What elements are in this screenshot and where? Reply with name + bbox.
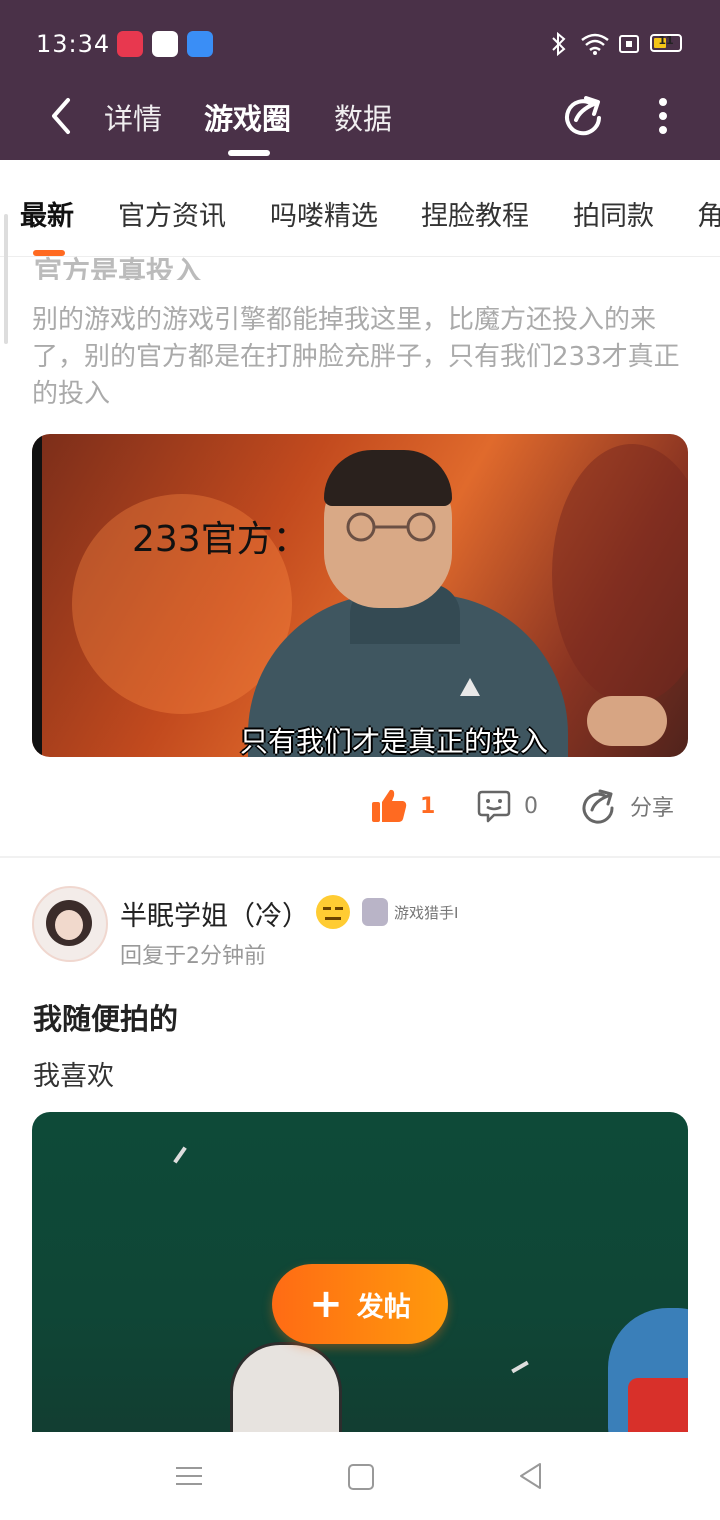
post-actions: 1 0 分享 [0, 788, 720, 838]
avatar[interactable] [32, 880, 108, 964]
menu-icon[interactable] [176, 1466, 202, 1486]
share-button[interactable]: 分享 [580, 788, 674, 824]
like-button[interactable]: 1 [370, 788, 435, 824]
post-title[interactable]: 官方是真投入 [34, 244, 202, 280]
post-divider [0, 856, 720, 858]
badge-label: 游戏猎手I [394, 904, 459, 922]
new-post-label: 发帖 [356, 1291, 411, 1323]
figure-hair [324, 450, 452, 506]
more-icon[interactable] [650, 94, 676, 138]
level-badge-icon [362, 898, 388, 926]
image-caption-top: 233官方： [132, 519, 309, 560]
figure-hand [587, 696, 667, 746]
cloud-icon [187, 31, 213, 57]
back-icon[interactable] [44, 94, 80, 138]
glasses-icon [346, 512, 436, 542]
new-post-button[interactable]: + 发帖 [272, 1264, 448, 1344]
nav-back-icon[interactable] [518, 1462, 544, 1490]
tab-game-circle[interactable]: 游戏圈 [204, 96, 291, 138]
top-bar: 13:34 11 详情 游戏圈 数据 [0, 0, 720, 160]
category-same-style[interactable]: 拍同款 [573, 194, 654, 233]
status-time: 13:34 [36, 30, 111, 58]
category-featured[interactable]: 吗喽精选 [270, 194, 378, 233]
scrollbar[interactable] [4, 214, 8, 344]
flame-shape [552, 444, 688, 704]
streak-shape [511, 1360, 529, 1374]
plus-icon: + [309, 1281, 343, 1327]
tab-data[interactable]: 数据 [334, 96, 392, 138]
comment-button[interactable]: 0 [476, 788, 538, 824]
share-icon[interactable] [562, 94, 604, 136]
thumbs-up-icon [372, 789, 407, 822]
wifi-icon [581, 33, 609, 55]
home-icon[interactable] [348, 1464, 374, 1490]
image-edge [32, 434, 42, 757]
username[interactable]: 半眠学姐（冷） [120, 894, 309, 933]
active-tab-indicator [228, 150, 270, 156]
post-body[interactable]: 我喜欢 [33, 1054, 114, 1093]
screen-record-icon [117, 31, 143, 57]
bluetooth-icon [552, 32, 566, 56]
comment-icon [477, 790, 511, 823]
like-count: 1 [420, 793, 436, 819]
battery-icon: 11 [650, 34, 682, 52]
status-bar: 13:34 11 [0, 0, 720, 88]
post-body[interactable]: 别的游戏的游戏引擎都能掉我这里，比魔方还投入的来了，别的官方都是在打肿脸充胖子，… [32, 302, 692, 413]
system-nav-bar [0, 1432, 720, 1520]
category-face-tutorial[interactable]: 捏脸教程 [421, 194, 529, 233]
comment-count: 0 [524, 793, 538, 819]
category-character[interactable]: 角 [697, 194, 720, 233]
expressionless-emoji-icon [316, 895, 350, 929]
post-title[interactable]: 我随便拍的 [33, 996, 178, 1038]
header-nav: 详情 游戏圈 数据 [0, 88, 720, 160]
category-official-news[interactable]: 官方资讯 [118, 194, 226, 233]
baidu-netdisk-icon [152, 31, 178, 57]
category-latest[interactable]: 最新 [20, 194, 74, 233]
vibrate-icon [619, 35, 639, 53]
tab-details[interactable]: 详情 [104, 96, 162, 138]
share-label: 分享 [630, 796, 675, 821]
reply-time: 回复于2分钟前 [120, 944, 266, 969]
category-tabs: 最新 官方资讯 吗喽精选 捏脸教程 拍同款 角 [0, 160, 720, 257]
battery-level: 11 [658, 34, 674, 47]
post-image[interactable]: 233官方： 只有我们才是真正的投入 [32, 434, 688, 757]
jacket-logo-icon [460, 678, 480, 696]
streak-shape [173, 1146, 187, 1164]
avatar-face [55, 910, 83, 940]
character-figure [230, 1342, 342, 1442]
share-icon [582, 789, 614, 824]
image-caption-bottom: 只有我们才是真正的投入 [240, 725, 549, 757]
